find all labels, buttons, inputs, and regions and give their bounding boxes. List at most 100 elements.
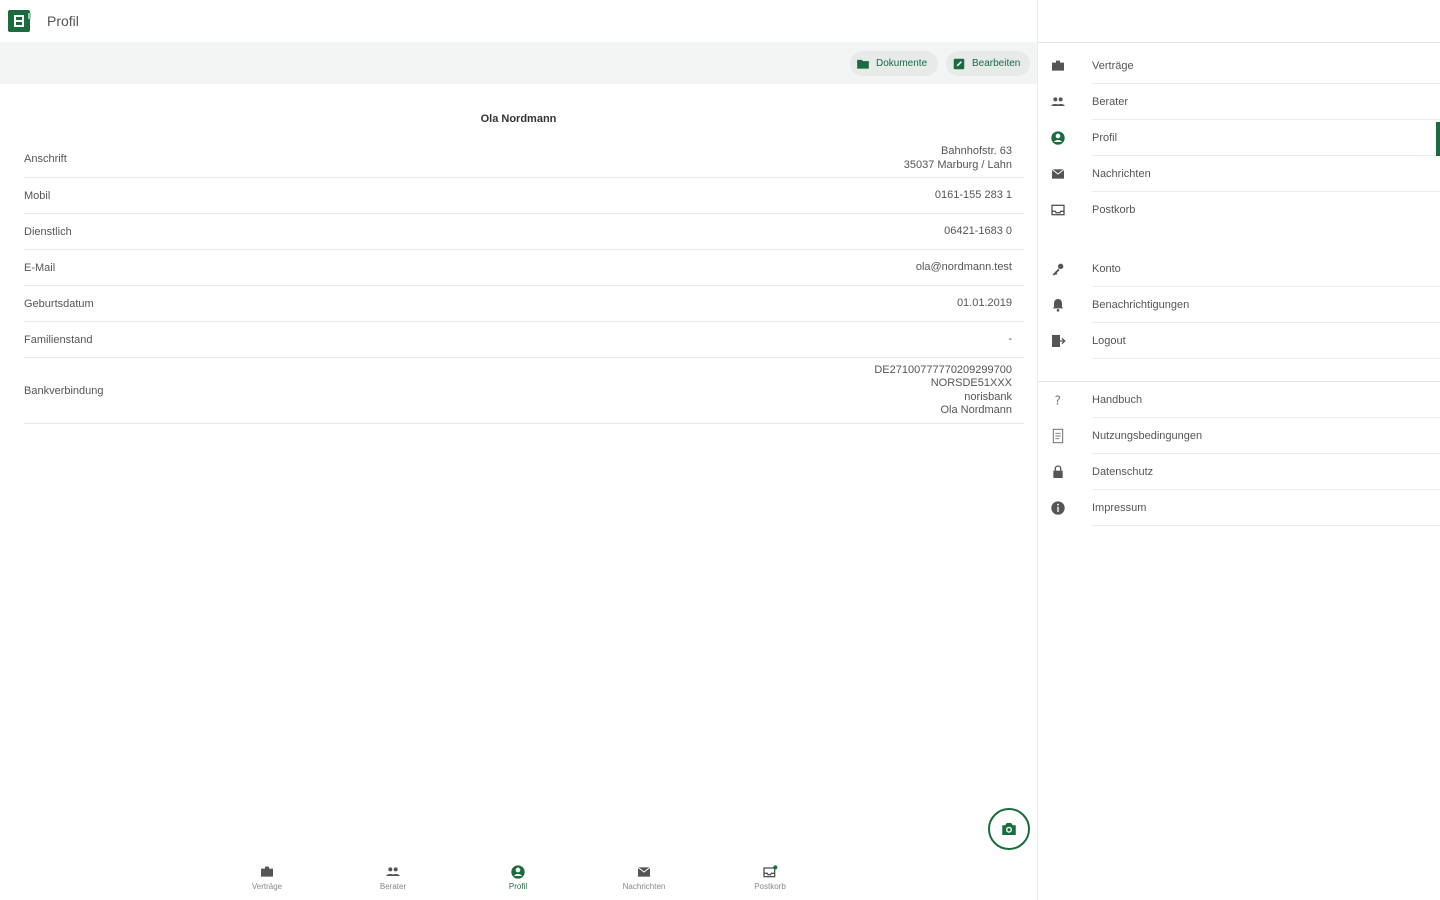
row-value: ola@nordmann.test: [915, 260, 1012, 273]
row-value: 0161-155 283 1: [934, 188, 1012, 201]
sidebar-item-label: Nutzungsbedingungen: [1092, 418, 1440, 454]
camera-icon: [1002, 823, 1016, 835]
row-label: Bankverbindung: [24, 384, 104, 397]
bottom-nav-postkorb[interactable]: Postkorb: [730, 864, 810, 891]
bottom-navigation: Verträge Berater Profil Nachrichten Post…: [0, 858, 1037, 900]
sidebar-item-datenschutz[interactable]: Datenschutz: [1038, 454, 1440, 490]
bank-line: DE27100777770209299700: [874, 363, 1012, 376]
row-label: Mobil: [24, 189, 51, 202]
account-circle-icon: [1051, 131, 1065, 145]
bottom-nav-profil[interactable]: Profil: [478, 864, 558, 891]
divider: [1038, 42, 1440, 43]
row-value: 06421-1683 0: [944, 224, 1012, 237]
profile-row: E-Mail ola@nordmann.test: [24, 250, 1024, 286]
profile-row: Anschrift Bahnhofstr. 63 35037 Marburg /…: [24, 140, 1024, 178]
top-bar: Profil: [0, 0, 1037, 42]
sidebar-item-label: Logout: [1092, 323, 1440, 359]
bottom-nav-berater[interactable]: Berater: [353, 864, 433, 891]
profile-details: Anschrift Bahnhofstr. 63 35037 Marburg /…: [24, 140, 1024, 424]
row-label: Familienstand: [24, 333, 93, 346]
sidebar-item-benachrichtigungen[interactable]: Benachrichtigungen: [1038, 287, 1440, 323]
profile-row: Geburtsdatum 01.01.2019: [24, 286, 1024, 322]
sidebar-group-main: Verträge Berater Profil Nachrichten Post…: [1038, 48, 1440, 228]
people-icon: [1051, 97, 1065, 106]
bank-line: NORSDE51XXX: [930, 377, 1012, 389]
bottom-nav-label: Postkorb: [754, 882, 786, 891]
bottom-nav-vertraege[interactable]: Verträge: [227, 864, 307, 891]
sidebar-item-handbuch[interactable]: ? Handbuch: [1038, 382, 1440, 418]
edit-button-label: Bearbeiten: [972, 58, 1021, 69]
sidebar-item-label: Nachrichten: [1092, 156, 1440, 192]
bank-line: Ola Nordmann: [940, 404, 1012, 416]
inbox-icon: [763, 865, 778, 878]
folder-icon: [857, 59, 869, 69]
sidebar-item-berater[interactable]: Berater: [1038, 84, 1440, 120]
action-toolbar: Dokumente Bearbeiten: [0, 42, 1037, 84]
bottom-nav-nachrichten[interactable]: Nachrichten: [604, 864, 684, 891]
row-value: Bahnhofstr. 63 35037 Marburg / Lahn: [904, 145, 1024, 172]
lock-icon: [1053, 465, 1063, 478]
navigation-drawer: Verträge Berater Profil Nachrichten Post…: [1037, 0, 1440, 900]
logout-icon: [1052, 335, 1066, 347]
sidebar-group-info: ? Handbuch Nutzungsbedingungen Datenschu…: [1038, 382, 1440, 526]
sidebar-item-label: Berater: [1092, 84, 1440, 120]
sidebar-item-nachrichten[interactable]: Nachrichten: [1038, 156, 1440, 192]
page-title: Profil: [47, 13, 79, 29]
profile-name: Ola Nordmann: [480, 113, 557, 125]
address-line: 35037 Marburg / Lahn: [903, 158, 1012, 171]
row-label: Anschrift: [24, 152, 67, 165]
row-value: 01.01.2019: [956, 296, 1012, 309]
key-icon: [1052, 263, 1064, 276]
sidebar-item-label: Benachrichtigungen: [1092, 287, 1440, 323]
main-content: Profil Dokumente Bearbeiten Ola Nordmann…: [0, 0, 1037, 900]
sidebar-item-label: Profil: [1092, 120, 1440, 156]
address-line: Bahnhofstr. 63: [941, 145, 1012, 157]
people-icon: [386, 867, 400, 876]
info-icon: [1051, 501, 1065, 515]
row-label: E-Mail: [24, 261, 56, 274]
profile-row: Mobil 0161-155 283 1: [24, 178, 1024, 214]
sidebar-item-konto[interactable]: Konto: [1038, 251, 1440, 287]
sidebar-item-logout[interactable]: Logout: [1038, 323, 1440, 359]
app-logo-icon: [8, 10, 31, 32]
sidebar-item-label: Impressum: [1092, 490, 1440, 526]
briefcase-icon: [1052, 60, 1064, 71]
sidebar-item-label: Datenschutz: [1092, 454, 1440, 490]
bottom-nav-label: Nachrichten: [622, 882, 666, 891]
mail-icon: [637, 866, 651, 877]
profile-row: Dienstlich 06421-1683 0: [24, 214, 1024, 250]
row-label: Dienstlich: [24, 225, 72, 238]
row-value: DE27100777770209299700 NORSDE51XXX noris…: [874, 364, 1024, 418]
profile-row: Familienstand -: [24, 322, 1024, 358]
inbox-icon: [1051, 204, 1065, 216]
documents-button[interactable]: Dokumente: [850, 51, 938, 76]
sidebar-item-label: Postkorb: [1092, 204, 1136, 216]
bottom-nav-label: Profil: [508, 882, 528, 891]
briefcase-icon: [261, 866, 273, 877]
sidebar-item-label: Verträge: [1092, 48, 1440, 84]
sidebar-item-nutzungsbedingungen[interactable]: Nutzungsbedingungen: [1038, 418, 1440, 454]
sidebar-group-account: Konto Benachrichtigungen Logout: [1038, 251, 1440, 359]
sidebar-item-label: Handbuch: [1092, 382, 1440, 418]
row-label: Geburtsdatum: [24, 297, 94, 310]
camera-button[interactable]: [988, 808, 1030, 850]
documents-button-label: Dokumente: [876, 58, 928, 69]
row-value: -: [1008, 332, 1012, 345]
sidebar-item-label: Konto: [1092, 251, 1440, 287]
sidebar-item-profil[interactable]: Profil: [1038, 120, 1440, 156]
sidebar-item-impressum[interactable]: Impressum: [1038, 490, 1440, 526]
mail-icon: [1051, 168, 1065, 179]
bank-line: norisbank: [964, 390, 1012, 403]
edit-button[interactable]: Bearbeiten: [946, 51, 1030, 76]
bottom-nav-label: Verträge: [251, 882, 283, 891]
svg-text:?: ?: [1055, 394, 1061, 408]
account-circle-icon: [511, 865, 525, 879]
sidebar-item-postkorb[interactable]: Postkorb: [1038, 192, 1440, 228]
profile-row: Bankverbindung DE27100777770209299700 NO…: [24, 358, 1024, 424]
document-icon: [1052, 428, 1064, 444]
edit-icon: [953, 58, 965, 69]
sidebar-item-vertraege[interactable]: Verträge: [1038, 48, 1440, 84]
bottom-nav-label: Berater: [379, 882, 407, 891]
help-icon: ?: [1055, 394, 1061, 408]
bell-icon: [1052, 299, 1064, 312]
